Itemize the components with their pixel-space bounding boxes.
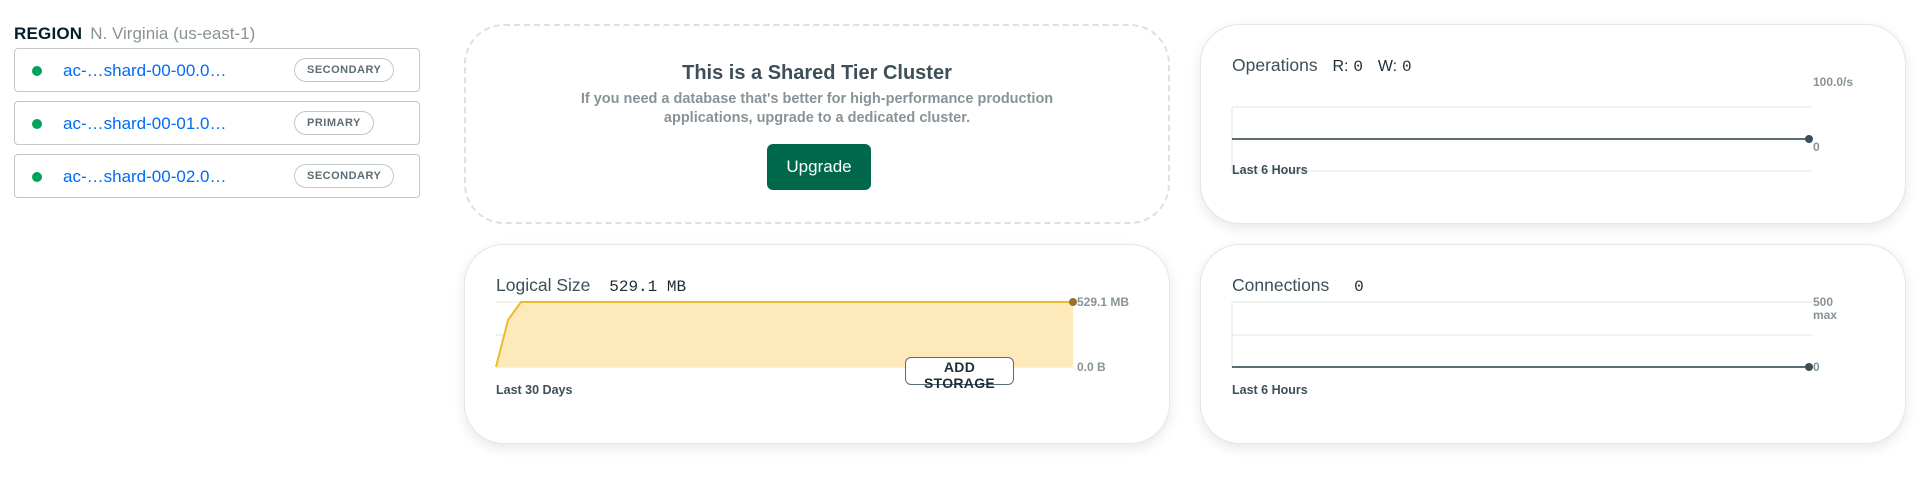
- read-value: 0: [1353, 58, 1363, 76]
- node-link[interactable]: ac-…shard-00-00.0…: [63, 61, 226, 81]
- connections-title-text: Connections: [1232, 275, 1330, 295]
- logical-size-card[interactable]: Logical Size 529.1 MB 529.1 MB 0.0 B Las…: [464, 244, 1170, 444]
- node-link[interactable]: ac-…shard-00-02.0…: [63, 167, 226, 187]
- connections-period: Last 6 Hours: [1232, 383, 1308, 397]
- logical-size-period: Last 30 Days: [496, 383, 573, 397]
- promo-text: If you need a database that's better for…: [580, 91, 1054, 126]
- node-row: ac-…shard-00-02.0… SECONDARY: [14, 154, 420, 198]
- operations-min-label: 0: [1813, 140, 1820, 154]
- promo-title: This is a Shared Tier Cluster: [682, 62, 952, 84]
- add-storage-button[interactable]: ADD STORAGE: [905, 357, 1014, 391]
- logical-size-title: Logical Size 529.1 MB: [496, 275, 686, 296]
- role-badge: PRIMARY: [294, 111, 374, 135]
- logical-size-end-point: [1069, 298, 1077, 306]
- connections-max-label: 500 max: [1813, 296, 1837, 322]
- connections-end-point: [1805, 363, 1813, 371]
- node-row: ac-…shard-00-00.0… SECONDARY: [14, 48, 420, 92]
- logical-size-title-text: Logical Size: [496, 275, 591, 295]
- connections-card[interactable]: Connections 0 500 max 0 Last 6 Hours: [1200, 244, 1906, 444]
- connections-max-suffix: max: [1813, 308, 1838, 322]
- status-dot-icon: [32, 172, 42, 182]
- operations-period: Last 6 Hours: [1232, 163, 1308, 177]
- operations-end-point: [1805, 135, 1813, 143]
- connections-value: 0: [1354, 278, 1364, 296]
- upgrade-button[interactable]: Upgrade: [767, 144, 871, 190]
- region-label: REGION: [14, 24, 83, 43]
- status-dot-icon: [32, 66, 42, 76]
- operations-chart: [1231, 106, 1813, 172]
- logical-size-min-label: 0.0 B: [1077, 360, 1106, 374]
- status-dot-icon: [32, 119, 42, 129]
- node-row: ac-…shard-00-01.0… PRIMARY: [14, 101, 420, 145]
- region-header: REGION N. Virginia (us-east-1): [14, 24, 255, 44]
- logical-size-max-label: 529.1 MB: [1077, 295, 1130, 309]
- operations-card[interactable]: Operations R: 0 W: 0 100.0/s 0 Last 6 Ho…: [1200, 24, 1906, 224]
- region-value: N. Virginia (us-east-1): [90, 24, 256, 43]
- read-label: R:: [1332, 58, 1349, 75]
- write-label: W:: [1377, 58, 1398, 75]
- write-value: 0: [1401, 58, 1412, 76]
- operations-max-label: 100.0/s: [1813, 75, 1854, 89]
- connections-min-label: 0: [1813, 360, 1820, 374]
- operations-title-text: Operations: [1232, 55, 1318, 75]
- connections-chart: [1231, 301, 1813, 371]
- role-badge: SECONDARY: [294, 58, 395, 82]
- role-badge: SECONDARY: [294, 164, 395, 188]
- node-link[interactable]: ac-…shard-00-01.0…: [63, 114, 226, 134]
- logical-size-value: 529.1 MB: [609, 278, 687, 296]
- connections-title: Connections 0: [1232, 275, 1364, 296]
- operations-title: Operations R: 0 W: 0: [1232, 55, 1412, 76]
- shared-tier-card: This is a Shared Tier Cluster If you nee…: [464, 24, 1170, 224]
